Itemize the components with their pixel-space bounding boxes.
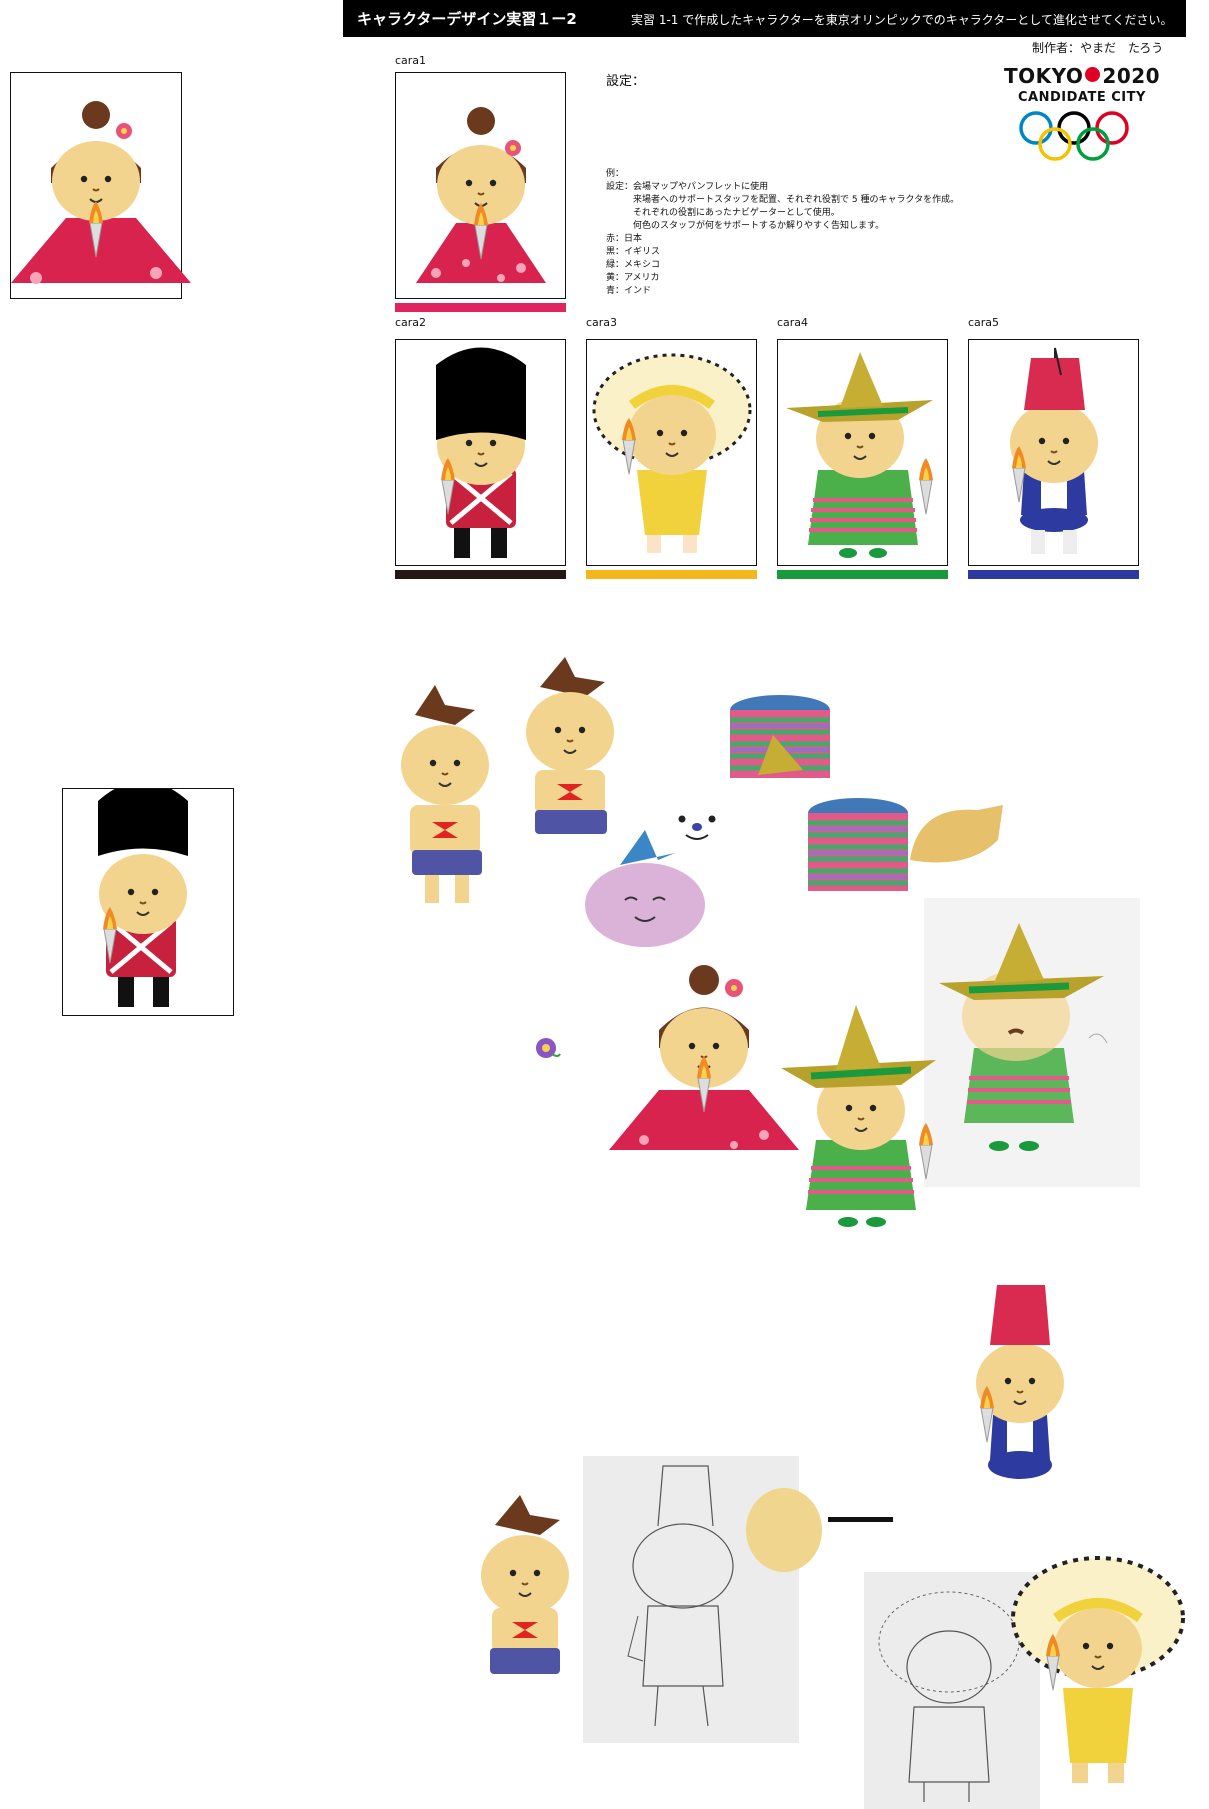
author-credit: 制作者：やまだ たろう <box>1032 41 1164 55</box>
logo-text-left: TOKYO <box>1004 64 1084 88</box>
draft-guard-card[interactable] <box>62 788 234 1016</box>
kimono-character-illustration <box>416 107 546 283</box>
fez-character-draft <box>975 1285 1065 1479</box>
guard-draft-illustration <box>98 789 188 1007</box>
character-card-cara3[interactable] <box>586 339 757 566</box>
boy-character-draft-2 <box>525 657 615 834</box>
hat-part-draft <box>910 805 1003 863</box>
settings-label: 設定： <box>606 74 646 89</box>
color-stripe-black <box>395 570 566 579</box>
logo-text-right: 2020 <box>1102 64 1161 88</box>
kimono-draft-illustration <box>11 101 191 284</box>
logo-subtitle: CANDIDATE CITY <box>1018 90 1146 105</box>
boy-character-draft-3 <box>480 1495 570 1674</box>
color-stripe-yellow <box>586 570 757 579</box>
headdress-character-illustration <box>592 353 752 553</box>
purple-flower-icon <box>536 1038 561 1058</box>
draft-kimono-card[interactable] <box>10 72 191 299</box>
olympic-rings-icon <box>1019 111 1129 161</box>
character-card-cara2[interactable] <box>395 339 566 566</box>
tokyo-logo-text: TOKYO 2020 <box>1004 64 1160 88</box>
color-stripe-green <box>777 570 948 579</box>
card-label-cara1: cara1 <box>395 54 427 67</box>
fez-character-illustration <box>1009 347 1099 554</box>
face-parts-draft <box>678 815 716 840</box>
headdress-character-draft <box>1011 1556 1185 1783</box>
poncho-stack-draft-1 <box>730 695 830 778</box>
color-stripe-red <box>395 303 566 312</box>
card-label-cara4: cara4 <box>777 316 809 329</box>
card-label-cara3: cara3 <box>586 316 618 329</box>
character-card-cara5[interactable] <box>968 339 1139 566</box>
red-dot-icon <box>1085 67 1101 82</box>
head-color-swatch <box>746 1488 822 1572</box>
page-title: キャラクターデザイン実習１ー2 <box>357 10 577 28</box>
divider-line <box>828 1517 893 1522</box>
assignment-description: 実習 1-1 で作成したキャラクターを東京オリンピックでのキャラクターとして進化… <box>631 13 1173 27</box>
sombrero-sketch-panel <box>924 898 1140 1187</box>
card-label-cara5: cara5 <box>968 316 1000 329</box>
color-stripe-blue <box>968 570 1139 579</box>
kimono-character-draft <box>609 965 799 1150</box>
guard-character-illustration <box>436 347 526 558</box>
character-card-cara4[interactable] <box>777 339 948 566</box>
poncho-stack-draft-2 <box>808 798 908 891</box>
sombrero-overlay-illustration <box>939 923 1108 1151</box>
sombrero-character-draft <box>781 1005 936 1227</box>
boy-character-draft-1 <box>400 685 490 903</box>
sombrero-character-illustration <box>786 352 934 558</box>
character-card-cara1[interactable] <box>395 72 566 299</box>
card-label-cara2: cara2 <box>395 316 427 329</box>
settings-example-text: 例： 設定：会場マップやパンフレットに使用 来場者へのサポートスタッフを配置、そ… <box>606 169 960 296</box>
